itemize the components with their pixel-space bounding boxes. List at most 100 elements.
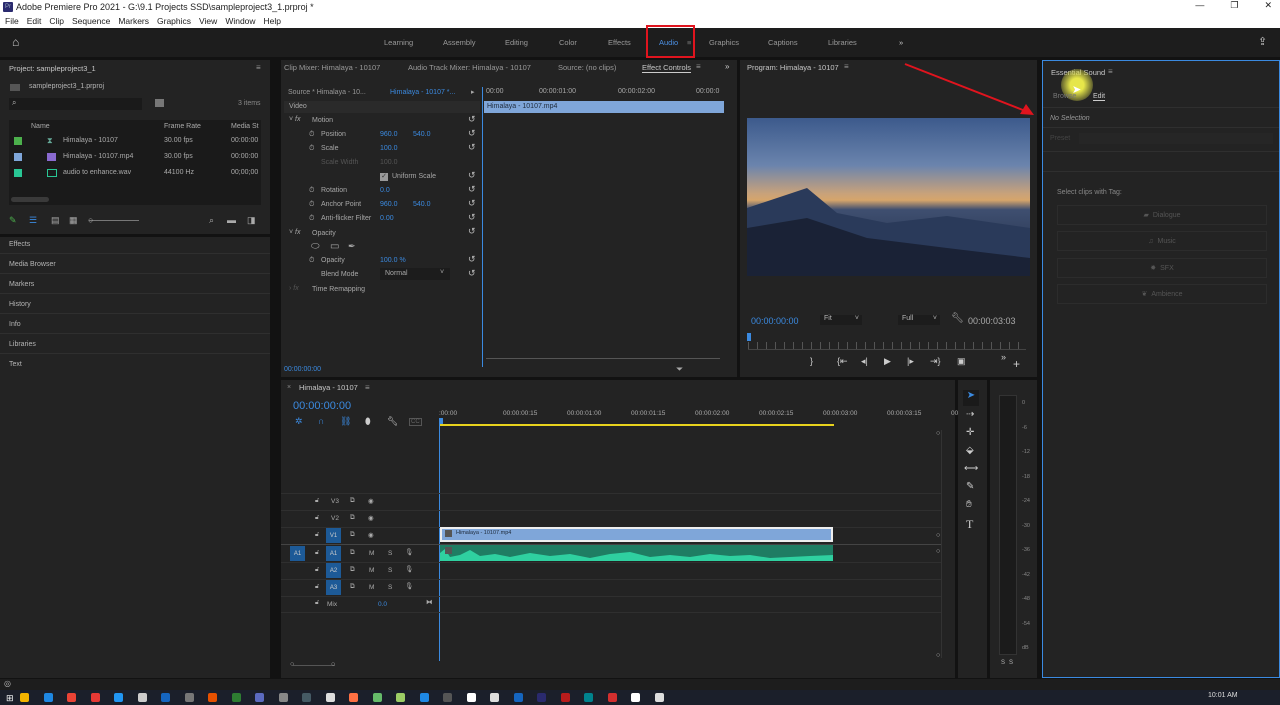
resolution-dropdown[interactable]: Full ˅: [898, 315, 940, 325]
scroll-handle[interactable]: ○: [331, 661, 335, 668]
reset-icon[interactable]: ↺: [468, 114, 476, 125]
icon-view-icon[interactable]: ▤: [51, 215, 60, 226]
anchor-y-value[interactable]: 540.0: [413, 201, 431, 208]
stopwatch-icon[interactable]: ⏱: [309, 187, 314, 195]
workspace-effects[interactable]: Effects: [608, 38, 631, 47]
more-panels-icon[interactable]: »: [725, 62, 729, 71]
stopwatch-icon[interactable]: ⏱: [309, 145, 314, 153]
solo-button[interactable]: S: [388, 550, 392, 557]
nest-icon[interactable]: ✲: [295, 416, 303, 427]
track-v1-target[interactable]: V1: [326, 528, 341, 543]
linked-selection-icon[interactable]: ⛓: [340, 416, 351, 427]
column-name[interactable]: Name: [31, 123, 50, 130]
mix-value[interactable]: 0.0: [378, 601, 387, 608]
lock-icon[interactable]: 🔓︎: [315, 531, 319, 539]
tab-browse[interactable]: Browse: [1053, 93, 1076, 100]
panel-menu-icon[interactable]: ≡: [1108, 67, 1113, 76]
microphone-icon[interactable]: 🎙︎: [405, 548, 413, 556]
export-frame-icon[interactable]: ▣: [957, 356, 966, 367]
eye-icon[interactable]: ◉: [368, 514, 374, 522]
start-button-icon[interactable]: ⊞: [6, 693, 14, 704]
workspace-captions[interactable]: Captions: [768, 38, 798, 47]
position-x-value[interactable]: 960.0: [380, 131, 398, 138]
button-editor-icon[interactable]: +: [1013, 357, 1020, 371]
new-bin-button-icon[interactable]: ▬: [227, 215, 236, 225]
microphone-icon[interactable]: 🎙︎: [405, 582, 413, 590]
sync-lock-icon[interactable]: ⧉: [350, 549, 355, 557]
scale-value[interactable]: 100.0: [380, 145, 398, 152]
playhead[interactable]: [482, 87, 483, 367]
list-view-icon[interactable]: ☰: [29, 215, 37, 226]
scroll-handle[interactable]: ○: [290, 661, 294, 668]
scroll-handle[interactable]: ○: [936, 532, 940, 539]
microphone-icon[interactable]: 🎙︎: [405, 565, 413, 573]
video-preview[interactable]: [747, 118, 1030, 276]
zoom-slider[interactable]: [89, 220, 139, 221]
panel-history[interactable]: History: [9, 301, 31, 308]
solo-button[interactable]: S: [388, 584, 392, 591]
workspace-libraries[interactable]: Libraries: [828, 38, 857, 47]
zoom-scrollbar[interactable]: [486, 358, 720, 359]
taskbar-app-icon[interactable]: [560, 693, 570, 702]
close-sequence-icon[interactable]: ×: [287, 384, 291, 391]
track-a1-target[interactable]: A1: [326, 546, 341, 561]
lock-icon[interactable]: 🔓︎: [315, 583, 319, 591]
taskbar-app-icon[interactable]: [114, 693, 123, 702]
maximize-button[interactable]: ❐: [1230, 0, 1238, 11]
panel-libraries[interactable]: Libraries: [9, 341, 36, 348]
captions-icon[interactable]: CC: [409, 418, 422, 426]
opacity-value[interactable]: 100.0 %: [380, 257, 406, 264]
motion-fx-icon[interactable]: ˅ fx: [289, 116, 301, 123]
taskbar-app-icon[interactable]: [490, 693, 499, 702]
more-controls-icon[interactable]: »: [1001, 352, 1006, 362]
taskbar-app-icon[interactable]: [184, 693, 194, 702]
taskbar-app-icon[interactable]: [349, 693, 358, 702]
close-button[interactable]: ✕: [1264, 0, 1272, 11]
rotation-value[interactable]: 0.0: [380, 187, 390, 194]
track-v2-label[interactable]: V2: [331, 515, 339, 522]
panel-text[interactable]: Text: [9, 361, 22, 368]
timeline-ruler[interactable]: :00:00 00:00:00:15 00:00:01:00 00:00:01:15 0…: [439, 408, 958, 424]
sequence-clip-dropdown[interactable]: Himalaya - 10107 *...: [390, 89, 455, 96]
work-area-bar[interactable]: [439, 424, 834, 426]
lock-icon[interactable]: 🔓︎: [315, 514, 319, 522]
menu-edit[interactable]: Edit: [27, 16, 42, 26]
sequence-tab[interactable]: Himalaya - 10107: [299, 383, 358, 392]
pencil-icon[interactable]: ✎: [9, 215, 17, 226]
timeline-timecode[interactable]: 00:00:00:00: [293, 400, 351, 412]
workspace-editing[interactable]: Editing: [505, 38, 528, 47]
go-to-in-icon[interactable]: {⇤: [837, 356, 848, 367]
mute-button[interactable]: M: [369, 567, 374, 574]
playhead-handle[interactable]: [439, 418, 443, 424]
uniform-scale-checkbox[interactable]: ✓: [380, 173, 388, 181]
menu-clip[interactable]: Clip: [49, 16, 64, 26]
list-item[interactable]: ⧗ Himalaya - 10107 30.00 fps 00:00:00: [9, 134, 261, 150]
effect-clip-bar[interactable]: Himalaya - 10107.mp4: [484, 101, 724, 113]
menu-file[interactable]: File: [5, 16, 19, 26]
workspace-color[interactable]: Color: [559, 38, 577, 47]
taskbar-app-icon[interactable]: [302, 693, 311, 702]
hand-tool-icon[interactable]: ✋︎: [966, 499, 972, 510]
taskbar-app-icon[interactable]: [537, 693, 546, 702]
audio-clip[interactable]: [440, 545, 833, 561]
home-icon[interactable]: ⌂: [12, 35, 19, 49]
blend-mode-dropdown[interactable]: Normal ˅: [380, 268, 450, 280]
lock-icon[interactable]: 🔓︎: [315, 599, 319, 607]
sync-lock-icon[interactable]: ⧉: [350, 531, 355, 539]
program-timecode[interactable]: 00:00:00:00: [751, 316, 799, 326]
antiflicker-value[interactable]: 0.00: [380, 215, 394, 222]
taskbar-app-icon[interactable]: [137, 693, 147, 702]
taskbar-app-icon[interactable]: [396, 693, 405, 702]
rectangle-mask-icon[interactable]: ▭: [330, 241, 339, 252]
lock-icon[interactable]: 🔓︎: [315, 566, 319, 574]
filter-icon[interactable]: ⏷: [676, 364, 683, 375]
source-patch-a1[interactable]: A1: [290, 546, 305, 561]
stopwatch-icon[interactable]: ⏱: [309, 257, 314, 265]
tab-audio-track-mixer[interactable]: Audio Track Mixer: Himalaya - 10107: [408, 63, 531, 72]
taskbar-app-icon[interactable]: [443, 693, 452, 702]
taskbar-app-icon[interactable]: [161, 693, 170, 702]
slip-tool-icon[interactable]: ⟷: [964, 463, 978, 474]
menu-sequence[interactable]: Sequence: [72, 16, 110, 26]
reset-icon[interactable]: ↺: [468, 254, 476, 265]
mute-button[interactable]: M: [369, 550, 374, 557]
